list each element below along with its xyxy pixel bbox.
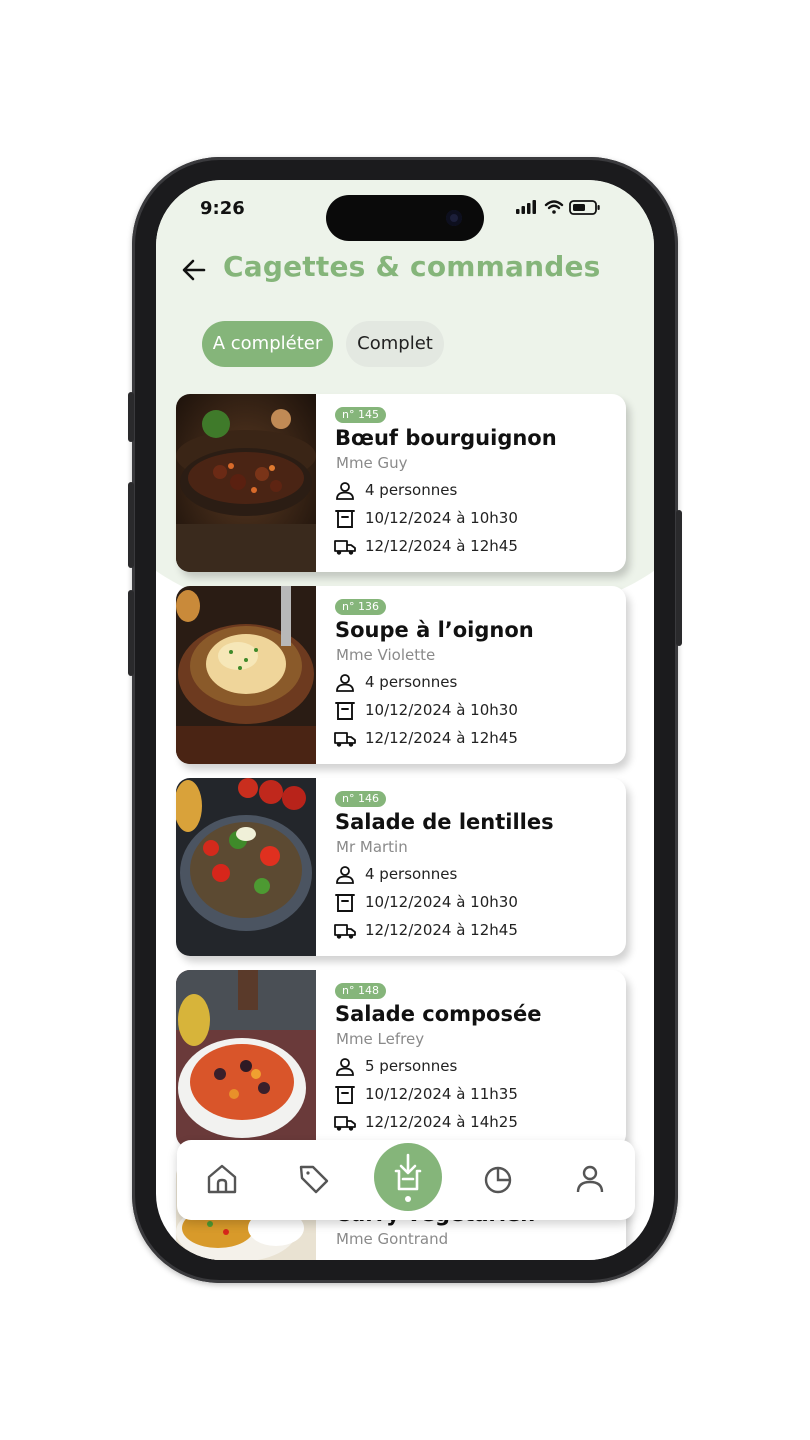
status-icons — [516, 200, 600, 215]
order-number-badge: n° 148 — [335, 983, 386, 999]
truck-icon — [334, 1116, 356, 1131]
header: Cagettes & commandes — [180, 250, 640, 288]
truck-icon — [334, 732, 356, 747]
client-name: Mme Violette — [336, 646, 436, 664]
people-count: 4 personnes — [365, 865, 458, 883]
pie-chart-icon[interactable] — [481, 1162, 515, 1196]
delivery-date: 12/12/2024 à 14h25 — [365, 1113, 518, 1131]
volume-up-button — [128, 482, 134, 568]
mixed-salad-image — [176, 970, 316, 1148]
person-icon — [336, 1058, 354, 1076]
power-button — [676, 510, 682, 646]
dynamic-island — [326, 195, 484, 241]
app-screen: 9:26 Cagettes & commandes A compléter Co… — [156, 180, 654, 1260]
silent-switch — [128, 392, 134, 442]
crate-download-button[interactable] — [374, 1143, 442, 1211]
crate-icon — [335, 702, 355, 720]
battery-icon — [569, 200, 600, 215]
client-name: Mme Gontrand — [336, 1230, 449, 1248]
client-name: Mr Martin — [336, 838, 408, 856]
truck-icon — [334, 924, 356, 939]
prep-date: 10/12/2024 à 11h35 — [365, 1085, 518, 1103]
volume-down-button — [128, 590, 134, 676]
order-card[interactable]: n° 136 Soupe à l’oignon Mme Violette 4 p… — [176, 586, 626, 764]
prep-date: 10/12/2024 à 10h30 — [365, 893, 518, 911]
user-icon[interactable] — [573, 1162, 607, 1196]
prep-date: 10/12/2024 à 10h30 — [365, 509, 518, 527]
home-icon[interactable] — [205, 1162, 239, 1196]
people-count: 5 personnes — [365, 1057, 458, 1075]
tag-icon[interactable] — [297, 1162, 331, 1196]
camera-icon — [446, 210, 462, 226]
delivery-date: 12/12/2024 à 12h45 — [365, 921, 518, 939]
bottom-nav — [177, 1140, 635, 1220]
crate-icon — [335, 894, 355, 912]
order-card[interactable]: n° 148 Salade composée Mme Lefrey 5 pers… — [176, 970, 626, 1148]
status-time: 9:26 — [200, 198, 245, 219]
client-name: Mme Lefrey — [336, 1030, 425, 1048]
order-number-badge: n° 145 — [335, 407, 386, 423]
order-number-badge: n° 146 — [335, 791, 386, 807]
delivery-date: 12/12/2024 à 12h45 — [365, 537, 518, 555]
truck-icon — [334, 540, 356, 555]
person-icon — [336, 866, 354, 884]
tab-complet[interactable]: Complet — [346, 321, 444, 367]
people-count: 4 personnes — [365, 673, 458, 691]
onion-soup-image — [176, 586, 316, 764]
people-count: 4 personnes — [365, 481, 458, 499]
person-icon — [336, 482, 354, 500]
page-title: Cagettes & commandes — [223, 250, 601, 283]
lentil-salad-image — [176, 778, 316, 956]
person-icon — [336, 674, 354, 692]
tab-a-completer[interactable]: A compléter — [202, 321, 333, 367]
dish-name: Soupe à l’oignon — [335, 618, 534, 642]
back-arrow-icon[interactable] — [180, 256, 208, 284]
delivery-date: 12/12/2024 à 12h45 — [365, 729, 518, 747]
dish-name: Salade composée — [335, 1002, 542, 1026]
crate-icon — [335, 1086, 355, 1104]
signal-icon — [516, 200, 536, 214]
crate-icon — [335, 510, 355, 528]
dish-name: Salade de lentilles — [335, 810, 554, 834]
wifi-icon — [544, 200, 564, 214]
order-number-badge: n° 136 — [335, 599, 386, 615]
order-card[interactable]: n° 145 Bœuf bourguignon Mme Guy 4 person… — [176, 394, 626, 572]
beef-stew-image — [176, 394, 316, 572]
dish-name: Bœuf bourguignon — [335, 426, 557, 450]
order-card[interactable]: n° 146 Salade de lentilles Mr Martin 4 p… — [176, 778, 626, 956]
client-name: Mme Guy — [336, 454, 408, 472]
prep-date: 10/12/2024 à 10h30 — [365, 701, 518, 719]
crate-download-icon — [394, 1153, 422, 1202]
